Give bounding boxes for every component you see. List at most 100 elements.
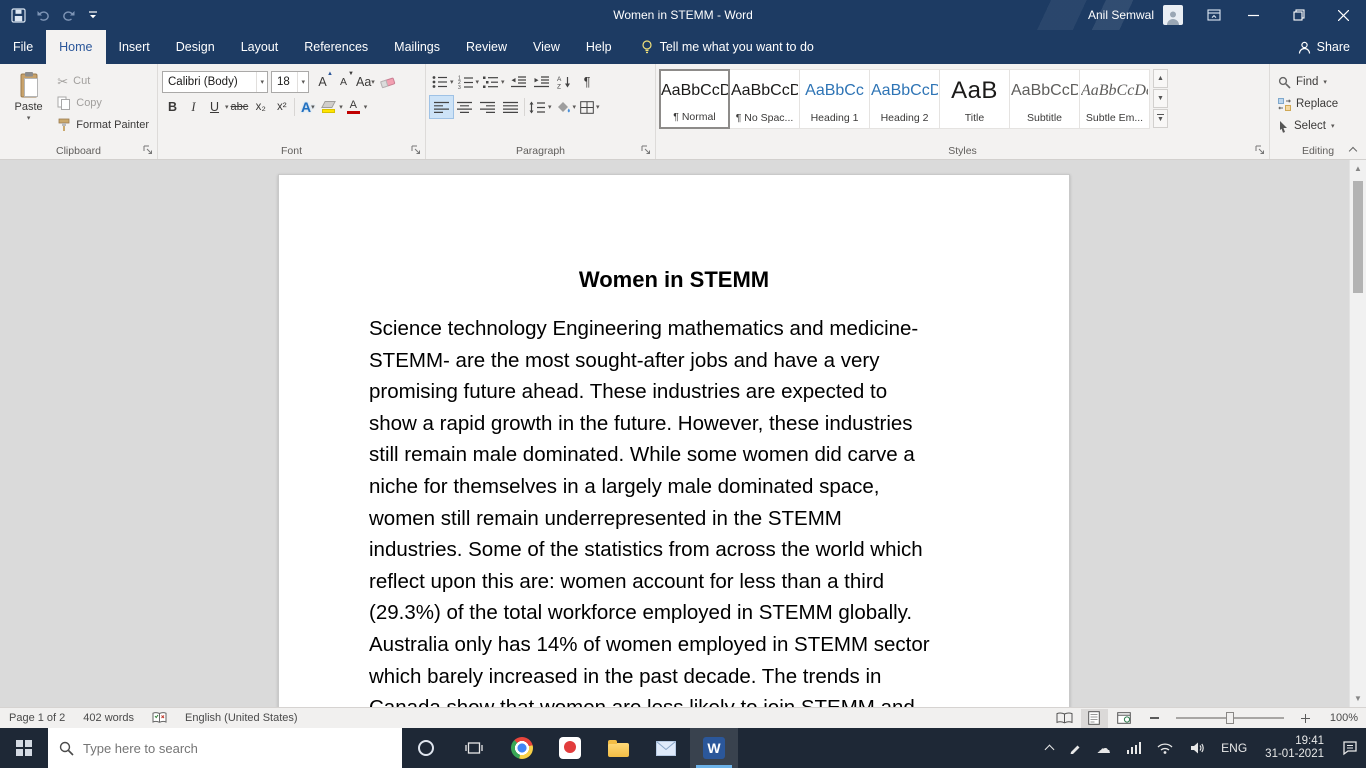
tab-design[interactable]: Design <box>163 30 228 64</box>
print-layout-button[interactable] <box>1081 709 1108 728</box>
shrink-font-button[interactable]: A▼ <box>333 71 354 93</box>
paste-button[interactable]: Paste ▾ <box>4 67 53 143</box>
web-layout-button[interactable] <box>1111 709 1138 728</box>
redo-button[interactable] <box>56 2 80 28</box>
font-size-caret-icon[interactable]: ▾ <box>297 72 308 92</box>
line-spacing-button[interactable]: ▾ <box>527 96 554 118</box>
file-explorer-button[interactable] <box>594 728 642 768</box>
zoom-slider-thumb[interactable] <box>1226 712 1234 724</box>
share-button[interactable]: Share <box>1282 30 1366 64</box>
vertical-scrollbar[interactable]: ▲ ▼ <box>1349 160 1366 707</box>
grow-font-button[interactable]: A▲ <box>312 71 333 93</box>
scrollbar-thumb[interactable] <box>1353 181 1363 293</box>
align-center-button[interactable] <box>453 96 476 118</box>
tab-review[interactable]: Review <box>453 30 520 64</box>
page-indicator[interactable]: Page 1 of 2 <box>0 708 74 728</box>
styles-scroll-up-button[interactable]: ▲ <box>1153 69 1168 88</box>
font-size-combo[interactable]: ▾ <box>271 71 309 93</box>
account-name[interactable]: Anil Semwal <box>1088 8 1154 22</box>
select-button[interactable]: Select ▾ <box>1274 116 1342 136</box>
text-highlight-button[interactable] <box>318 96 339 118</box>
zoom-slider[interactable] <box>1176 717 1284 719</box>
document-title[interactable]: Women in STEMM <box>369 267 979 293</box>
style-heading-2[interactable]: AaBbCcD Heading 2 <box>869 69 940 129</box>
find-button[interactable]: Find ▾ <box>1274 72 1342 92</box>
volume-tray-button[interactable] <box>1181 728 1213 768</box>
tab-home[interactable]: Home <box>46 30 105 64</box>
style-title[interactable]: AaB Title <box>939 69 1010 129</box>
change-case-button[interactable]: Aa▾ <box>354 71 377 93</box>
styles-more-button[interactable]: ▼ <box>1153 109 1168 128</box>
style-normal[interactable]: AaBbCcDc ¶ Normal <box>659 69 730 129</box>
pinned-app-button[interactable] <box>546 728 594 768</box>
bold-button[interactable]: B <box>162 96 183 118</box>
format-painter-button[interactable]: Format Painter <box>53 114 153 136</box>
italic-button[interactable]: I <box>183 96 204 118</box>
wifi-tray-button[interactable] <box>1149 728 1181 768</box>
tell-me-box[interactable]: Tell me what you want to do <box>641 30 814 64</box>
subscript-button[interactable]: x₂ <box>250 96 271 118</box>
shading-button[interactable]: ▾ <box>554 96 579 118</box>
font-color-caret-icon[interactable]: ▾ <box>364 104 368 111</box>
show-hide-pilcrow-button[interactable]: ¶ <box>576 71 599 93</box>
save-button[interactable] <box>6 2 30 28</box>
close-button[interactable] <box>1321 0 1366 30</box>
hidden-icons-button[interactable] <box>1038 728 1061 768</box>
style-subtle-emphasis[interactable]: AaBbCcDc Subtle Em... <box>1079 69 1150 129</box>
paragraph-dialog-launcher[interactable] <box>641 145 652 156</box>
font-size-input[interactable] <box>272 76 297 88</box>
align-right-button[interactable] <box>476 96 499 118</box>
cut-button[interactable]: ✂ Cut <box>53 70 153 92</box>
tab-insert[interactable]: Insert <box>106 30 163 64</box>
taskbar-search-box[interactable] <box>48 728 402 768</box>
clipboard-dialog-launcher[interactable] <box>143 145 154 156</box>
taskbar-search-input[interactable] <box>83 741 391 756</box>
proofing-status-button[interactable] <box>143 708 176 728</box>
document-page[interactable]: Women in STEMM Science technology Engine… <box>278 174 1070 707</box>
onedrive-tray-button[interactable]: ☁ <box>1089 728 1119 768</box>
language-tray-button[interactable]: ENG <box>1213 728 1255 768</box>
scroll-down-arrow[interactable]: ▼ <box>1350 690 1366 707</box>
styles-dialog-launcher[interactable] <box>1255 145 1266 156</box>
minimize-button[interactable] <box>1231 0 1276 30</box>
font-color-button[interactable]: A <box>343 96 364 118</box>
word-count[interactable]: 402 words <box>74 708 143 728</box>
borders-button[interactable]: ▾ <box>578 96 602 118</box>
replace-button[interactable]: Replace <box>1274 94 1342 114</box>
task-view-button[interactable] <box>450 728 498 768</box>
scroll-up-arrow[interactable]: ▲ <box>1350 160 1366 177</box>
restore-button[interactable] <box>1276 0 1321 30</box>
network-tray-button[interactable] <box>1119 728 1150 768</box>
taskbar-clock[interactable]: 19:41 31-01-2021 <box>1255 728 1334 768</box>
style-subtitle[interactable]: AaBbCcD Subtitle <box>1009 69 1080 129</box>
start-button[interactable] <box>0 728 48 768</box>
underline-button[interactable]: U <box>204 96 225 118</box>
style-heading-1[interactable]: AaBbCc Heading 1 <box>799 69 870 129</box>
scrollbar-track[interactable] <box>1350 177 1366 690</box>
style-no-spacing[interactable]: AaBbCcDc ¶ No Spac... <box>729 69 800 129</box>
customize-quick-access-toolbar-button[interactable] <box>81 2 105 28</box>
tab-references[interactable]: References <box>291 30 381 64</box>
text-effects-button[interactable]: A▾ <box>297 96 318 118</box>
mail-button[interactable] <box>642 728 690 768</box>
clear-formatting-button[interactable] <box>377 71 398 93</box>
font-dialog-launcher[interactable] <box>411 145 422 156</box>
tab-mailings[interactable]: Mailings <box>381 30 453 64</box>
decrease-indent-button[interactable] <box>507 71 530 93</box>
tab-view[interactable]: View <box>520 30 573 64</box>
multilevel-list-button[interactable]: ▾ <box>481 71 507 93</box>
sort-button[interactable]: AZ <box>553 71 576 93</box>
cortana-button[interactable] <box>402 728 450 768</box>
action-center-button[interactable] <box>1334 728 1366 768</box>
strikethrough-button[interactable]: abc <box>229 96 251 118</box>
document-body-text[interactable]: Science technology Engineering mathemati… <box>369 313 979 707</box>
bullets-button[interactable]: ▾ <box>430 71 456 93</box>
tab-layout[interactable]: Layout <box>228 30 292 64</box>
user-avatar[interactable] <box>1163 5 1183 25</box>
copy-button[interactable]: Copy <box>53 92 153 114</box>
read-mode-button[interactable] <box>1051 709 1078 728</box>
undo-button[interactable] <box>31 2 55 28</box>
font-name-input[interactable] <box>163 76 256 88</box>
tab-help[interactable]: Help <box>573 30 625 64</box>
tab-file[interactable]: File <box>0 30 46 64</box>
